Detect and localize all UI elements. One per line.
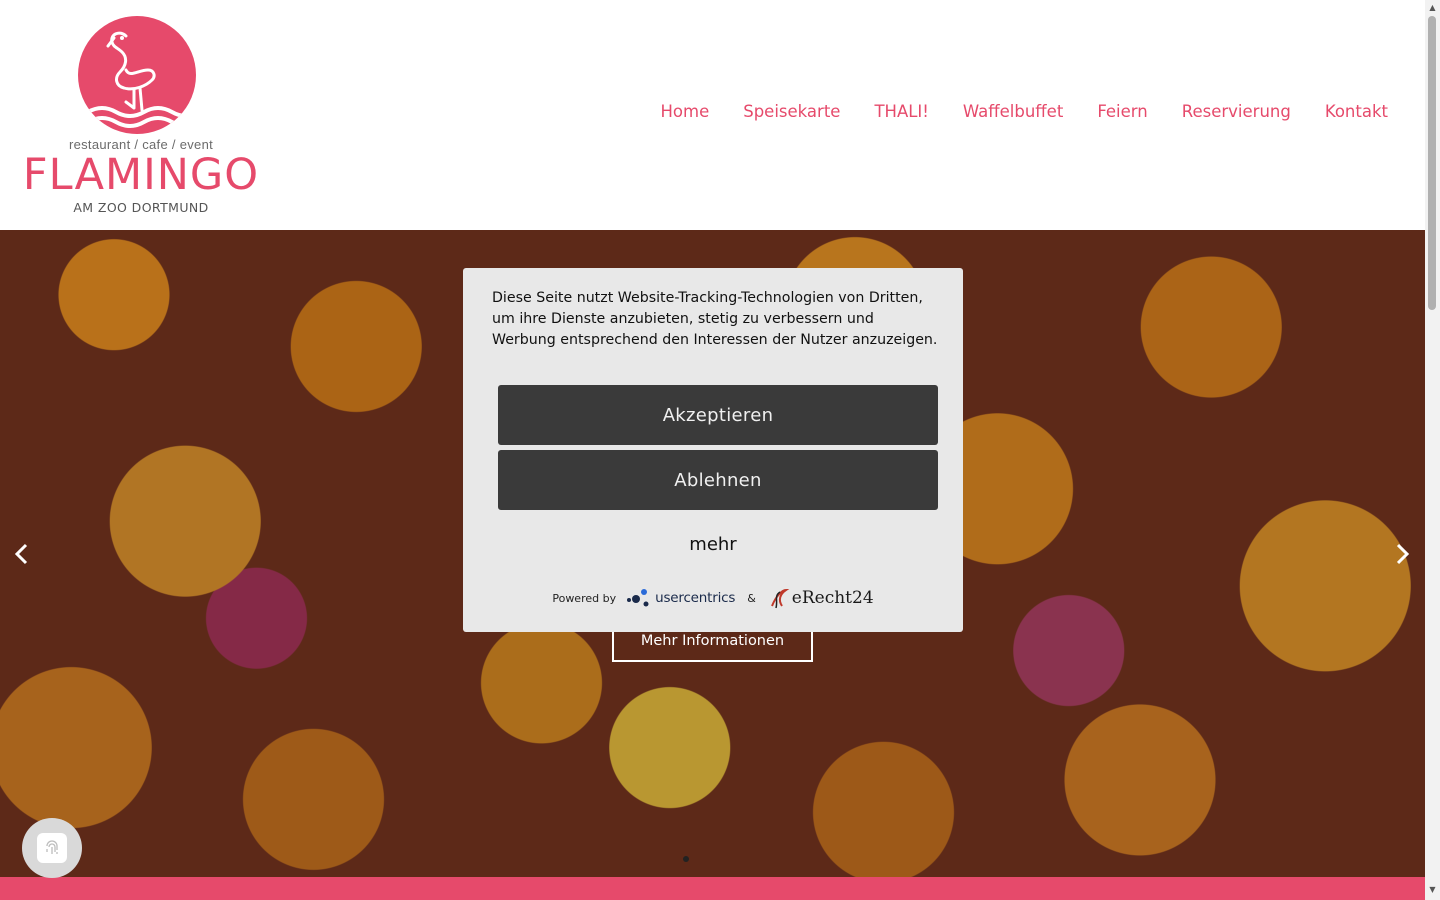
page-scrollbar[interactable]: ▲ ▼	[1425, 0, 1440, 900]
erecht24-icon	[770, 588, 790, 609]
usercentrics-text: usercentrics	[655, 590, 736, 606]
more-link[interactable]: mehr	[463, 534, 963, 555]
privacy-settings-button[interactable]	[22, 818, 82, 878]
ampersand: &	[747, 591, 756, 605]
scroll-down-icon[interactable]: ▼	[1425, 884, 1440, 896]
nav-item-reservierung[interactable]: Reservierung	[1182, 102, 1291, 121]
nav-item-kontakt[interactable]: Kontakt	[1325, 102, 1388, 121]
erecht24-logo[interactable]: eRecht24	[768, 586, 874, 610]
erecht24-text: eRecht24	[791, 588, 874, 608]
cookie-consent-text: Diese Seite nutzt Website-Tracking-Techn…	[492, 290, 938, 348]
pink-footer-strip	[0, 877, 1425, 900]
decline-button[interactable]: Ablehnen	[498, 450, 938, 510]
nav-item-waffelbuffet[interactable]: Waffelbuffet	[963, 102, 1063, 121]
nav-item-home[interactable]: Home	[661, 102, 710, 121]
logo-name: FLAMINGO	[22, 150, 260, 200]
scroll-up-icon[interactable]: ▲	[1425, 2, 1440, 14]
chevron-right-icon[interactable]	[1392, 542, 1412, 566]
nav-item-feiern[interactable]: Feiern	[1097, 102, 1147, 121]
main-nav: Home Speisekarte THALI! Waffelbuffet Fei…	[661, 102, 1389, 121]
page: restaurant / cafe / event FLAMINGO AM ZO…	[0, 0, 1425, 900]
accept-button[interactable]: Akzeptieren	[498, 385, 938, 445]
cookie-consent-dialog: Diese Seite nutzt Website-Tracking-Techn…	[463, 268, 963, 632]
flamingo-logo-icon	[78, 16, 196, 134]
usercentrics-icon	[627, 589, 649, 607]
logo-location: AM ZOO DORTMUND	[73, 200, 209, 215]
scrollbar-thumb[interactable]	[1428, 16, 1436, 310]
fingerprint-icon	[37, 833, 67, 863]
usercentrics-logo[interactable]: usercentrics	[626, 587, 735, 609]
powered-by-label: Powered by	[552, 591, 617, 605]
chevron-left-icon[interactable]	[12, 542, 32, 566]
slider-dot[interactable]	[683, 856, 689, 862]
flamingo-logo[interactable]: restaurant / cafe / event FLAMINGO AM ZO…	[18, 16, 264, 216]
powered-by: Powered by usercentrics & eRecht24	[463, 586, 963, 610]
nav-item-thali[interactable]: THALI!	[874, 102, 928, 121]
nav-item-speisekarte[interactable]: Speisekarte	[743, 102, 840, 121]
site-header: restaurant / cafe / event FLAMINGO AM ZO…	[0, 0, 1425, 230]
